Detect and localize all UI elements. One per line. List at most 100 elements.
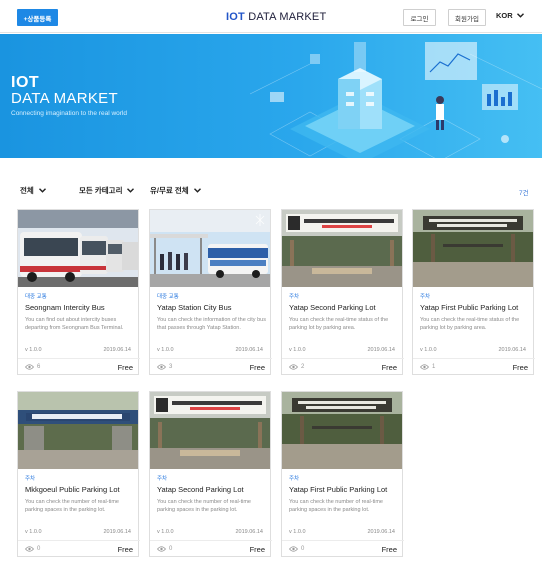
chevron-down-icon [516,13,524,18]
product-thumbnail [18,392,138,469]
product-price: Free [249,545,265,554]
product-version: v 1.0.0 [25,529,42,535]
product-date: 2019.06.14 [103,347,131,353]
eye-icon [289,546,298,552]
eye-icon [289,364,298,370]
product-thumbnail [282,210,402,287]
product-card[interactable]: 주차 Yatap First Public Parking Lot You ca… [281,391,404,558]
product-price: Free [512,363,528,372]
product-version: v 1.0.0 [420,347,437,353]
view-count-value: 0 [301,546,305,552]
eye-icon [25,364,34,370]
product-title[interactable]: Mkkgoeul Public Parking Lot [25,485,120,494]
hero-banner: IOT DATA MARKET Connecting imagination t… [0,34,542,158]
product-description: You can check the real-time status of th… [420,317,520,331]
view-count: 3 [157,364,172,370]
logo-text: DATA MARKET [244,11,327,23]
product-version: v 1.0.0 [157,347,174,353]
product-card[interactable]: 주차 Yatap Second Parking Lot You can chec… [281,209,404,376]
filter-bar: 전체 모든 카테고리 유/무료 전체 7건 [0,185,542,203]
category-filter-dropdown[interactable]: 모든 카테고리 [79,185,135,196]
product-thumbnail [18,210,138,287]
card-footer: 0 Free [18,540,140,558]
product-thumbnail [150,210,270,287]
product-date: 2019.06.14 [367,529,395,535]
product-category: 주차 [25,476,36,482]
view-count-value: 1 [432,364,436,370]
product-date: 2019.06.14 [235,529,263,535]
card-footer: 6 Free [18,358,140,376]
card-footer: 3 Free [150,358,272,376]
product-price: Free [249,363,265,372]
product-category: 주차 [289,294,300,300]
product-category: 주차 [157,476,168,482]
product-title[interactable]: Yatap Second Parking Lot [289,303,376,312]
view-count: 0 [157,546,172,552]
top-navigation-bar: +상품등록 IOT DATA MARKET 로그인 회원가입 KOR [0,0,542,33]
product-thumbnail [282,392,402,469]
product-category: 대중 교통 [157,294,179,300]
eye-icon [25,546,34,552]
view-count: 0 [25,546,40,552]
register-product-button[interactable]: +상품등록 [17,9,58,26]
banner-title-line2: DATA MARKET [11,90,118,107]
product-title[interactable]: Yatap First Public Parking Lot [420,303,518,312]
product-price: Free [117,545,133,554]
product-date: 2019.06.14 [103,529,131,535]
view-count: 6 [25,364,40,370]
product-category: 주차 [289,476,300,482]
all-filter-dropdown[interactable]: 전체 [20,185,46,196]
login-button[interactable]: 로그인 [403,9,436,26]
card-footer: 0 Free [282,540,404,558]
product-price: Free [117,363,133,372]
result-count: 7건 [519,190,529,197]
product-category: 주차 [420,294,431,300]
iot-illustration [250,42,542,158]
view-count-value: 0 [37,546,41,552]
site-logo[interactable]: IOT DATA MARKET [226,11,326,23]
eye-icon [157,546,166,552]
product-title[interactable]: Seongnam Intercity Bus [25,303,105,312]
product-version: v 1.0.0 [289,529,306,535]
view-count: 1 [420,364,435,370]
product-description: You can find out about intercity buses d… [25,317,124,331]
card-footer: 1 Free [413,358,535,376]
language-label: KOR [496,11,513,20]
eye-icon [420,364,429,370]
price-filter-label: 유/무료 전체 [150,186,189,195]
view-count-value: 0 [169,546,173,552]
view-count-value: 2 [301,364,305,370]
product-title[interactable]: Yatap Station City Bus [157,303,231,312]
product-card[interactable]: 대중 교통 Yatap Station City Bus You can che… [149,209,272,376]
banner-subtitle: Connecting imagination to the real world [11,110,127,117]
product-date: 2019.06.14 [498,347,526,353]
product-price: Free [381,545,397,554]
view-count: 0 [289,546,304,552]
product-title[interactable]: Yatap Second Parking Lot [157,485,244,494]
product-price: Free [381,363,397,372]
logo-bold-text: IOT [226,11,245,23]
product-card[interactable]: 주차 Yatap Second Parking Lot You can chec… [149,391,272,557]
product-description: You can check the number of real-time pa… [289,499,383,513]
all-filter-label: 전체 [20,186,34,195]
product-title[interactable]: Yatap First Public Parking Lot [289,485,387,494]
card-footer: 2 Free [282,358,404,376]
product-date: 2019.06.14 [367,347,395,353]
product-card[interactable]: 주차 Yatap First Public Parking Lot You ca… [412,209,535,376]
product-version: v 1.0.0 [25,347,42,353]
product-card[interactable]: 대중 교통 Seongnam Intercity Bus You can fin… [17,209,140,376]
view-count: 2 [289,364,304,370]
product-card[interactable]: 주차 Mkkgoeul Public Parking Lot You can c… [17,391,140,558]
language-selector[interactable]: KOR [496,11,524,20]
product-date: 2019.06.14 [235,347,263,353]
chevron-down-icon [38,188,46,193]
product-description: You can check the information of the cit… [157,317,266,331]
price-filter-dropdown[interactable]: 유/무료 전체 [150,185,201,196]
product-category: 대중 교통 [25,294,47,300]
product-thumbnail [150,392,270,469]
signup-button[interactable]: 회원가입 [448,9,486,26]
chevron-down-icon [193,188,201,193]
category-filter-label: 모든 카테고리 [79,186,123,195]
product-thumbnail [413,210,533,287]
product-description: You can check the number of real-time pa… [157,499,251,513]
